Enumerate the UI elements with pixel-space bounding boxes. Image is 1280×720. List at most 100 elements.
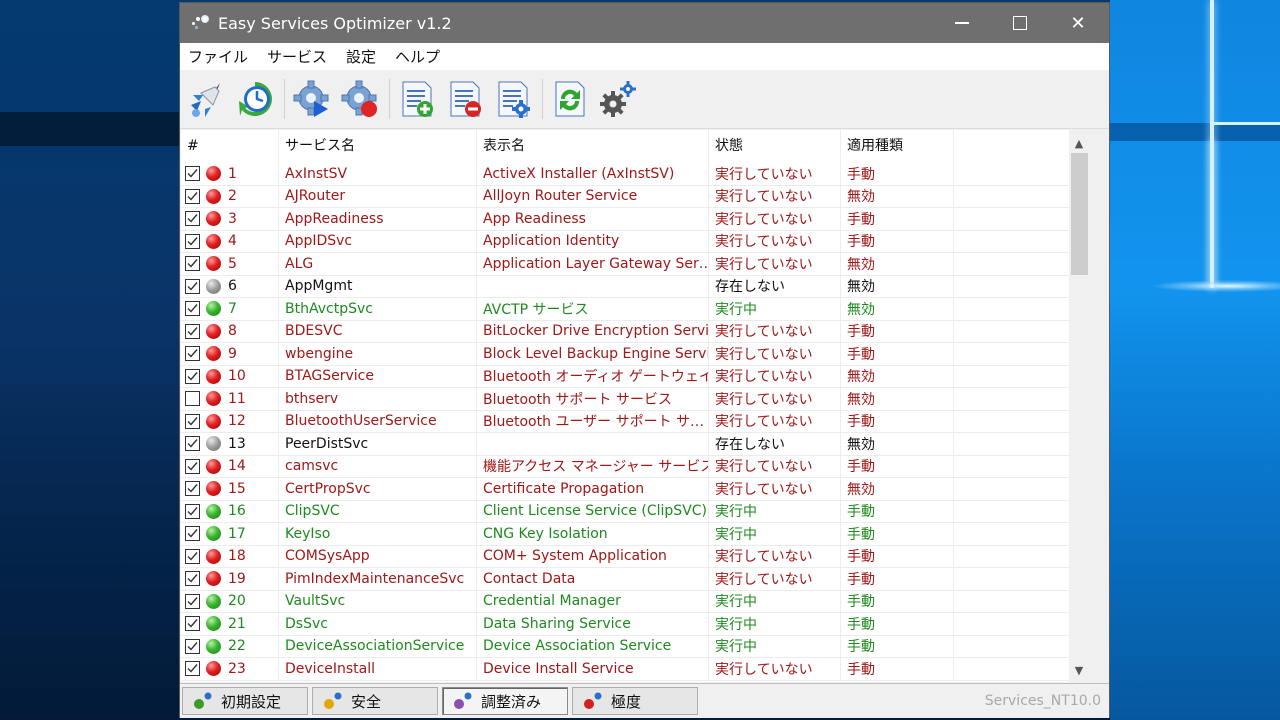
service-name: VaultSvc xyxy=(279,590,477,612)
table-row[interactable]: 16 ClipSVC Client License Service (ClipSVC… xyxy=(181,500,1089,523)
service-name: camsvc xyxy=(279,455,477,477)
row-checkbox[interactable] xyxy=(185,391,200,407)
column-header-state[interactable]: 状態 xyxy=(709,130,841,163)
row-checkbox[interactable] xyxy=(185,211,200,227)
title-bar[interactable]: Easy Services Optimizer v1.2 ✕ xyxy=(180,3,1109,43)
display-name: BitLocker Drive Encryption Service xyxy=(477,320,709,342)
checkmark-icon xyxy=(187,551,198,561)
row-checkbox[interactable] xyxy=(185,638,200,654)
table-row[interactable]: 22 DeviceAssociationService Device Associa… xyxy=(181,635,1089,658)
row-checkbox[interactable] xyxy=(185,458,200,474)
table-row[interactable]: 4 AppIDSvc Application Identity 実行していない 手動 xyxy=(181,230,1089,253)
row-checkbox[interactable] xyxy=(185,503,200,519)
table-row[interactable]: 13 PeerDistSvc 存在しない 無効 xyxy=(181,433,1089,456)
preset-safe-button[interactable]: 安全 xyxy=(312,687,438,715)
row-checkbox[interactable] xyxy=(185,571,200,587)
display-name: AVCTP サービス xyxy=(477,298,709,320)
table-row[interactable]: 20 VaultSvc Credential Manager 実行中 手動 xyxy=(181,590,1089,613)
table-row[interactable]: 2 AJRouter AllJoyn Router Service 実行していない 無効 xyxy=(181,185,1089,208)
service-settings-button[interactable] xyxy=(492,78,534,120)
remove-service-button[interactable] xyxy=(444,78,486,120)
row-checkbox[interactable] xyxy=(185,346,200,362)
row-checkbox[interactable] xyxy=(185,368,200,384)
start-service-button[interactable] xyxy=(291,78,333,120)
display-name: Credential Manager xyxy=(477,590,709,612)
column-header-service-name[interactable]: サービス名 xyxy=(279,130,477,163)
table-row[interactable]: 14 camsvc 機能アクセス マネージャー サービス 実行していない 手動 xyxy=(181,455,1089,478)
table-row[interactable]: 17 KeyIso CNG Key Isolation 実行中 手動 xyxy=(181,523,1089,546)
toolbar-separator xyxy=(542,79,543,119)
scrollbar-thumb[interactable] xyxy=(1071,153,1088,275)
service-name: AxInstSV xyxy=(279,163,477,185)
row-number: 14 xyxy=(228,458,246,475)
preset-gear-icon xyxy=(324,692,342,709)
table-row[interactable]: 19 PimIndexMaintenanceSvc Contact Data 実行して… xyxy=(181,568,1089,591)
row-checkbox[interactable] xyxy=(185,188,200,204)
service-state: 実行していない xyxy=(709,410,841,432)
row-select-cell: 23 xyxy=(181,658,279,680)
row-select-cell: 21 xyxy=(181,613,279,635)
table-row[interactable]: 5 ALG Application Layer Gateway Ser… 実行していな… xyxy=(181,253,1089,276)
menu-settings[interactable]: 設定 xyxy=(346,46,376,67)
preset-default-button[interactable]: 初期設定 xyxy=(182,687,308,715)
row-checkbox[interactable] xyxy=(185,481,200,497)
row-checkbox[interactable] xyxy=(185,166,200,182)
stop-service-button[interactable] xyxy=(339,78,381,120)
add-service-button[interactable] xyxy=(396,78,438,120)
maximize-button[interactable] xyxy=(991,3,1049,43)
preset-tweaked-button[interactable]: 調整済み xyxy=(442,687,568,715)
column-header-apply-type[interactable]: 適用種類 xyxy=(841,130,954,163)
table-row[interactable]: 12 BluetoothUserService Bluetooth ユーザー サポー… xyxy=(181,410,1089,433)
restore-default-button[interactable] xyxy=(234,78,276,120)
row-checkbox[interactable] xyxy=(185,436,200,452)
row-checkbox[interactable] xyxy=(185,256,200,272)
scroll-up-button[interactable]: ▲ xyxy=(1069,133,1089,153)
table-row[interactable]: 6 AppMgmt 存在しない 無効 xyxy=(181,275,1089,298)
row-checkbox[interactable] xyxy=(185,413,200,429)
menu-help[interactable]: ヘルプ xyxy=(395,46,440,67)
row-select-cell: 8 xyxy=(181,320,279,342)
row-checkbox[interactable] xyxy=(185,593,200,609)
preset-extreme-button[interactable]: 極度 xyxy=(572,687,698,715)
table-row[interactable]: 7 BthAvctpSvc AVCTP サービス 実行中 無効 xyxy=(181,298,1089,321)
table-row[interactable]: 10 BTAGService Bluetooth オーディオ ゲートウェイ… 実行して… xyxy=(181,365,1089,388)
close-button[interactable]: ✕ xyxy=(1049,3,1107,43)
minimize-button[interactable] xyxy=(933,3,991,43)
row-checkbox[interactable] xyxy=(185,301,200,317)
checkmark-icon xyxy=(187,506,198,516)
table-row[interactable]: 3 AppReadiness App Readiness 実行していない 手動 xyxy=(181,208,1089,231)
row-checkbox[interactable] xyxy=(185,661,200,677)
row-checkbox[interactable] xyxy=(185,616,200,632)
row-checkbox[interactable] xyxy=(185,278,200,294)
table-row[interactable]: 1 AxInstSV ActiveX Installer (AxInstSV) 実行し… xyxy=(181,163,1089,186)
rocket-optimize-icon xyxy=(191,83,220,117)
column-header-display-name[interactable]: 表示名 xyxy=(477,130,709,163)
table-row[interactable]: 21 DsSvc Data Sharing Service 実行中 手動 xyxy=(181,613,1089,636)
preset-gear-icon xyxy=(584,692,602,709)
list-add-icon xyxy=(402,81,433,117)
vertical-scrollbar[interactable]: ▲ ▼ xyxy=(1069,130,1089,682)
column-header-number[interactable]: # xyxy=(181,130,279,163)
menu-service[interactable]: サービス xyxy=(267,46,327,67)
table-row[interactable]: 8 BDESVC BitLocker Drive Encryption Servic… xyxy=(181,320,1089,343)
table-row[interactable]: 23 DeviceInstall Device Install Service 実行し… xyxy=(181,658,1089,681)
refresh-button[interactable] xyxy=(549,78,591,120)
row-checkbox[interactable] xyxy=(185,323,200,339)
scroll-down-button[interactable]: ▼ xyxy=(1069,660,1089,680)
row-checkbox[interactable] xyxy=(185,526,200,542)
settings-button[interactable] xyxy=(597,78,639,120)
checkmark-icon xyxy=(187,349,198,358)
table-row[interactable]: 18 COMSysApp COM+ System Application 実行していな… xyxy=(181,545,1089,568)
row-checkbox[interactable] xyxy=(185,233,200,249)
checkmark-icon xyxy=(187,259,198,268)
menu-file[interactable]: ファイル xyxy=(188,46,248,67)
optimize-button[interactable] xyxy=(186,78,228,120)
apply-type: 手動 xyxy=(841,208,954,230)
row-checkbox[interactable] xyxy=(185,548,200,564)
table-row[interactable]: 11 bthserv Bluetooth サポート サービス 実行していない 無効 xyxy=(181,388,1089,411)
row-select-cell: 22 xyxy=(181,635,279,657)
row-select-cell: 5 xyxy=(181,253,279,275)
table-row[interactable]: 15 CertPropSvc Certificate Propagation 実行して… xyxy=(181,478,1089,501)
services-table: # サービス名 表示名 状態 適用種類 1 AxInstSV ActiveX Ins… xyxy=(181,130,1089,682)
table-row[interactable]: 9 wbengine Block Level Backup Engine Servi… xyxy=(181,343,1089,366)
